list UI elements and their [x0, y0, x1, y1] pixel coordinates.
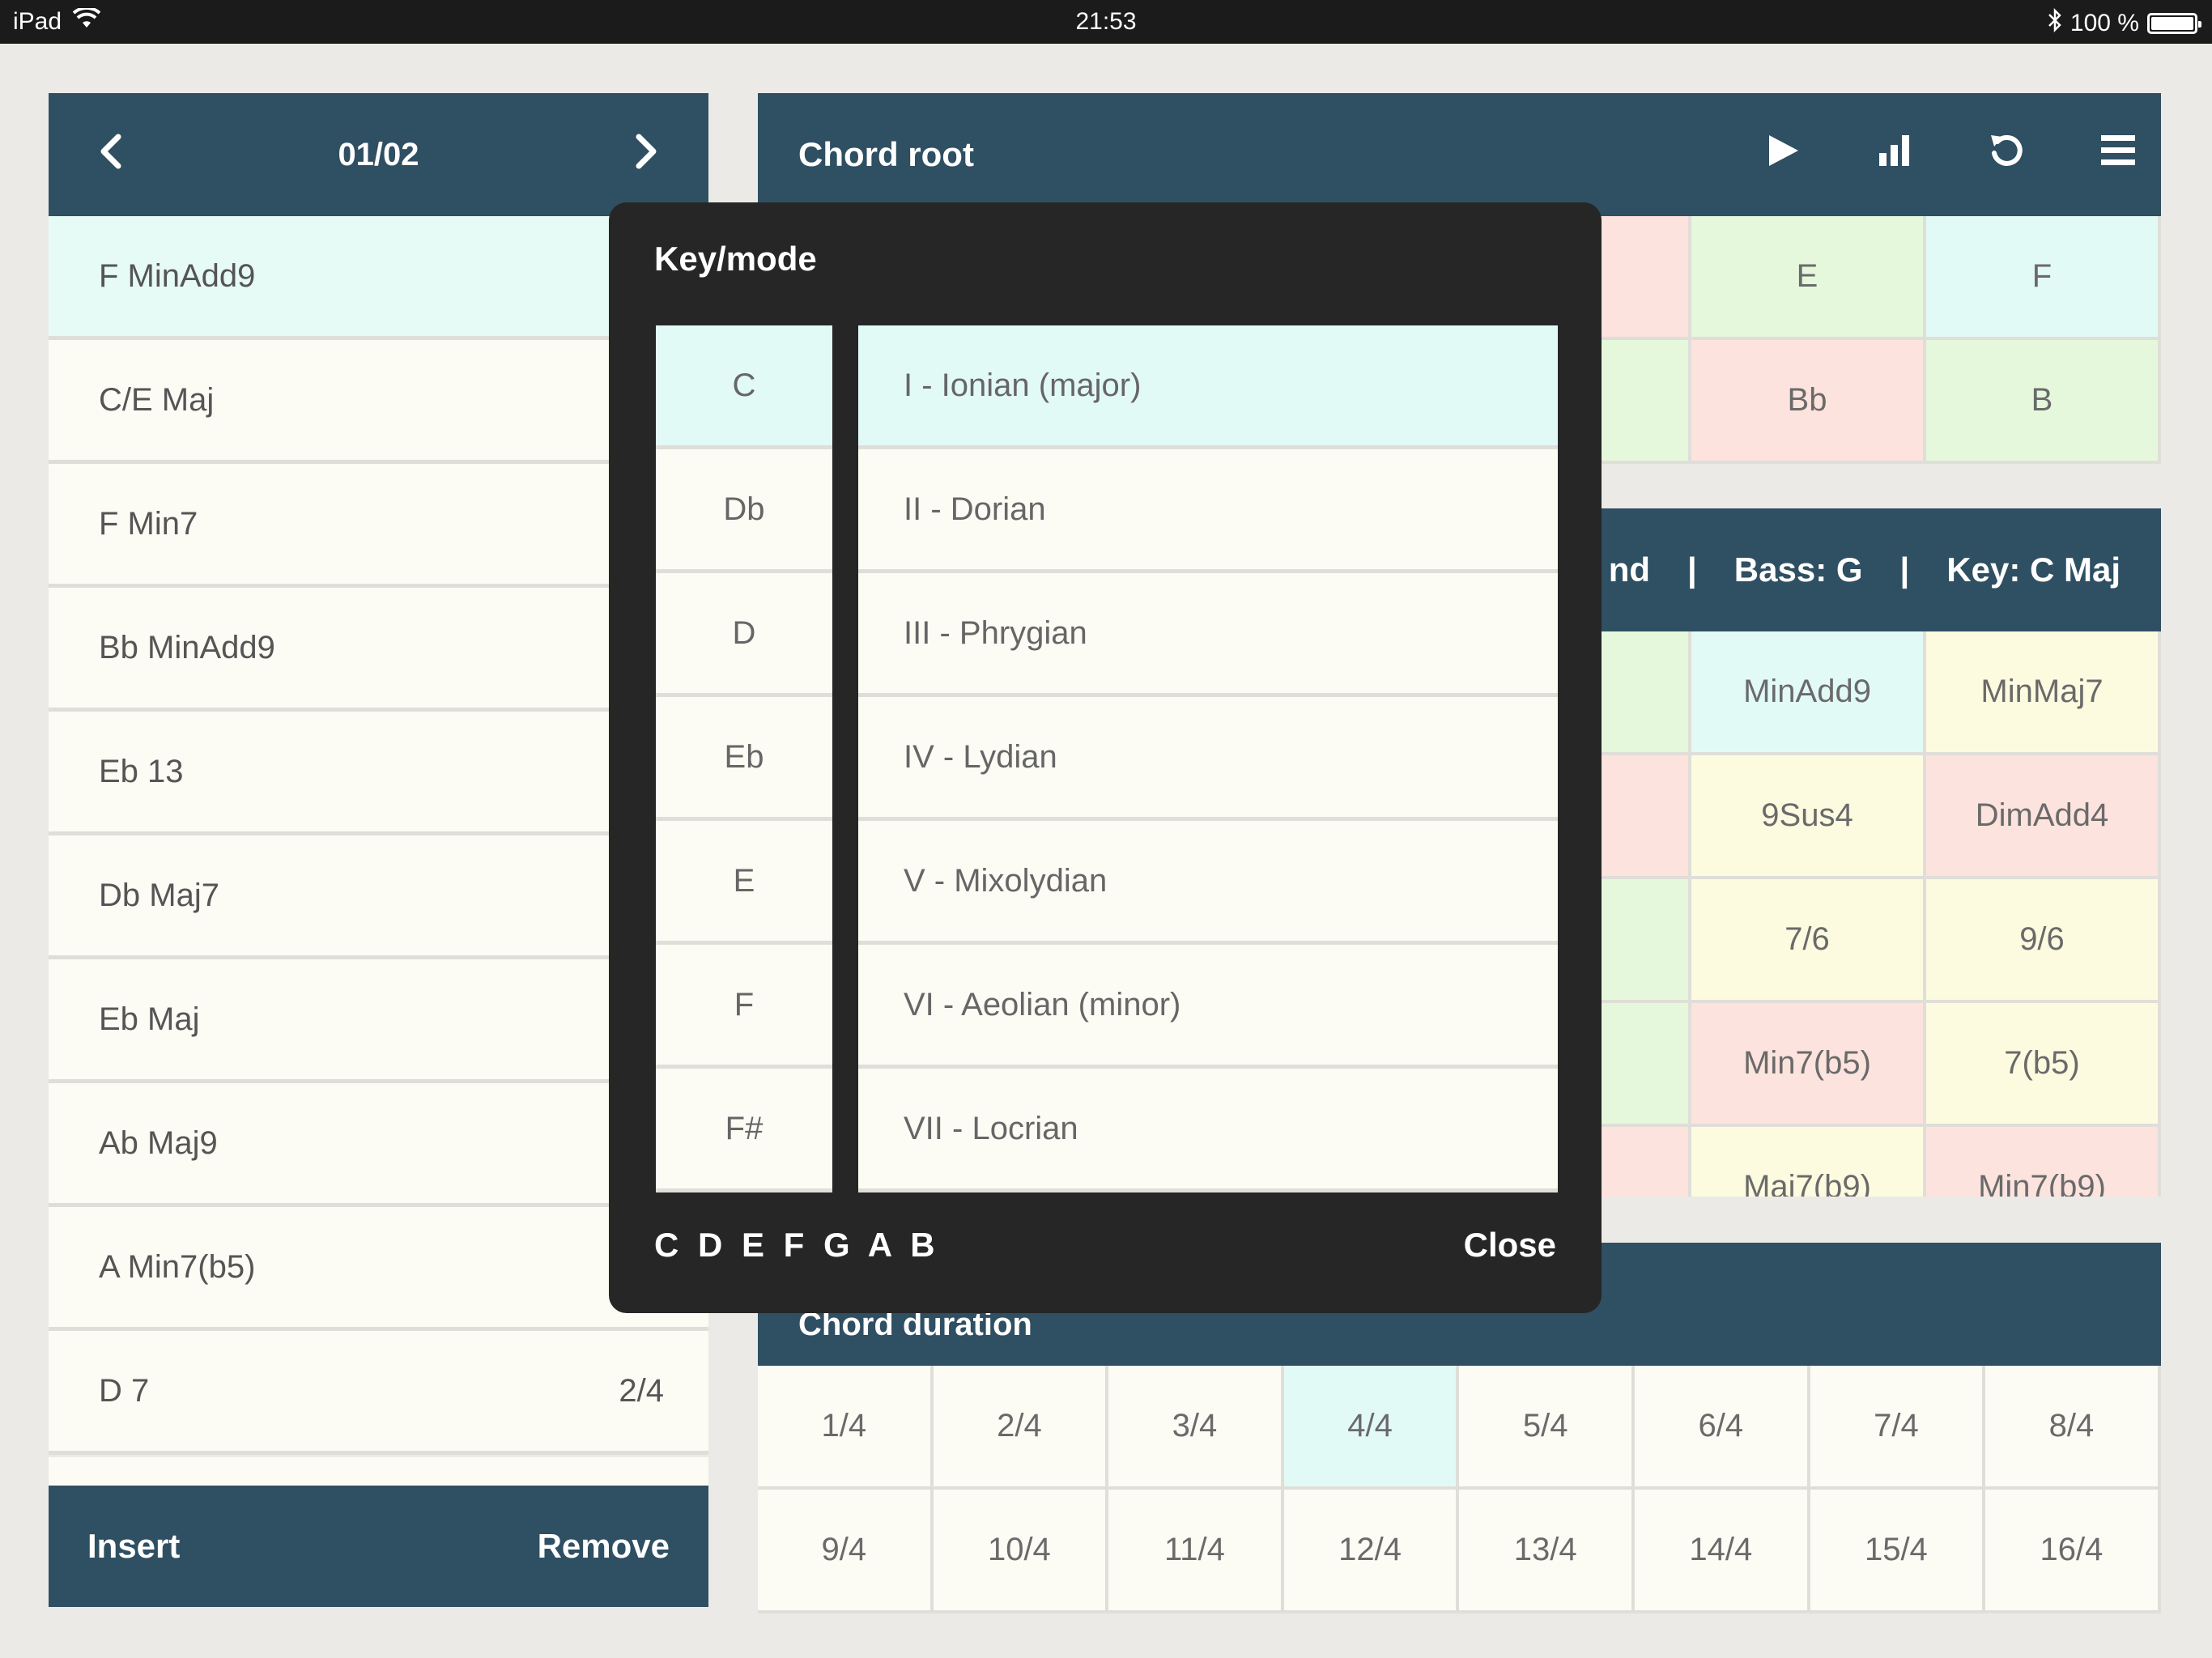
key-option[interactable]: E	[656, 821, 832, 945]
chord-label: Bb MinAdd9	[99, 629, 275, 665]
chevron-right-icon[interactable]	[632, 129, 660, 181]
mode-option[interactable]: III - Phrygian	[858, 573, 1558, 697]
chord-type-cell[interactable]: 7(b5)	[1926, 1003, 2161, 1127]
duration-cell[interactable]: 9/4	[758, 1490, 934, 1613]
chord-label: Ab Maj9	[99, 1124, 218, 1161]
header-info: Key: C Maj	[1946, 551, 2121, 589]
chord-label: F MinAdd9	[99, 257, 256, 294]
chord-label: C/E Maj	[99, 381, 215, 418]
header-separator: |	[1687, 551, 1697, 589]
scale-notes: C D E F G A B	[654, 1226, 940, 1264]
popup-title: Key/mode	[654, 240, 817, 278]
root-note-cell[interactable]: B	[1926, 340, 2161, 464]
chord-label: A Min7(b5)	[99, 1248, 256, 1285]
chord-label: Eb 13	[99, 753, 184, 789]
duration-cell[interactable]: 8/4	[1985, 1366, 2161, 1490]
key-option[interactable]: F	[656, 945, 832, 1069]
duration-cell[interactable]: 4/4	[1283, 1366, 1460, 1490]
duration-cell[interactable]: 10/4	[933, 1490, 1109, 1613]
key-option[interactable]: C	[656, 325, 832, 449]
chord-duration-grid: 1/4 2/4 3/4 4/4 5/4 6/4 7/4 8/4 9/4 10/4 11/4 12/4 1…	[758, 1366, 2161, 1613]
key-option[interactable]: D	[656, 573, 832, 697]
bar-chart-icon[interactable]	[1876, 130, 1913, 180]
chord-label: Eb Maj	[99, 1001, 200, 1037]
chord-root-panel: Chord root E F Bb B	[758, 93, 2161, 464]
chord-label: Db Maj7	[99, 877, 219, 913]
list-item-partial	[49, 1457, 708, 1486]
duration-cell[interactable]: 1/4	[758, 1366, 934, 1490]
chord-label: F Min7	[99, 505, 198, 542]
chord-list-footer: Insert Remove	[49, 1486, 708, 1607]
mode-option[interactable]: VII - Locrian	[858, 1069, 1558, 1192]
mode-list: I - Ionian (major) II - Dorian III - Phryg…	[858, 325, 1558, 1192]
chevron-left-icon[interactable]	[97, 129, 125, 181]
list-item[interactable]: D 7 2/4	[49, 1331, 708, 1455]
key-mode-popup: Key/mode C Db D Eb E F F# I - Ionian (major) II…	[609, 202, 1602, 1313]
insert-button[interactable]: Insert	[87, 1527, 180, 1566]
mode-option[interactable]: II - Dorian	[858, 449, 1558, 573]
mode-option[interactable]: VI - Aeolian (minor)	[858, 945, 1558, 1069]
duration-cell[interactable]: 2/4	[933, 1366, 1109, 1490]
chord-type-cell[interactable]: 9/6	[1926, 879, 2161, 1003]
duration-cell[interactable]: 13/4	[1459, 1490, 1635, 1613]
duration-cell[interactable]: 14/4	[1635, 1490, 1810, 1613]
key-option[interactable]: F#	[656, 1069, 832, 1192]
remove-button[interactable]: Remove	[538, 1527, 670, 1566]
duration-cell[interactable]: 11/4	[1108, 1490, 1284, 1613]
page-indicator: 01/02	[338, 136, 419, 172]
clock: 21:53	[1075, 8, 1137, 35]
duration-cell[interactable]: 5/4	[1459, 1366, 1635, 1490]
close-button[interactable]: Close	[1464, 1226, 1556, 1265]
chord-type-cell[interactable]: DimAdd4	[1926, 755, 2161, 879]
root-note-cell[interactable]: F	[1926, 216, 2161, 340]
chord-type-cell[interactable]: Min7(b9)	[1926, 1127, 2161, 1197]
key-option[interactable]: Db	[656, 449, 832, 573]
chord-label: D 7	[99, 1372, 150, 1409]
root-note-cell[interactable]: Bb	[1691, 340, 1926, 464]
popup-footer: C D E F G A B Close	[654, 1226, 1556, 1265]
chord-type-cell[interactable]: Maj7(b9)	[1691, 1127, 1926, 1197]
mode-option[interactable]: I - Ionian (major)	[858, 325, 1558, 449]
chord-list-header: 01/02	[49, 93, 708, 216]
reset-icon[interactable]	[1988, 130, 2025, 180]
battery-percent: 100 %	[2069, 10, 2139, 36]
mode-option[interactable]: IV - Lydian	[858, 697, 1558, 821]
header-info: Bass: G	[1733, 551, 1863, 589]
chord-root-header: Chord root	[758, 93, 2161, 216]
chord-type-cell[interactable]: Min7(b5)	[1691, 1003, 1926, 1127]
mode-option[interactable]: V - Mixolydian	[858, 821, 1558, 945]
chord-type-cell[interactable]: 9Sus4	[1691, 755, 1926, 879]
panel-title: Chord root	[798, 135, 974, 173]
header-separator: |	[1899, 551, 1910, 589]
root-note-cell[interactable]: E	[1691, 216, 1926, 340]
chord-type-cell[interactable]: MinAdd9	[1691, 631, 1926, 755]
chord-duration: 2/4	[619, 1372, 664, 1409]
duration-cell[interactable]: 15/4	[1810, 1490, 1986, 1613]
key-list: C Db D Eb E F F#	[656, 325, 832, 1192]
battery-icon	[2147, 13, 2201, 34]
duration-cell[interactable]: 7/4	[1810, 1366, 1986, 1490]
status-bar: iPad 21:53 100 %	[0, 0, 2212, 44]
play-icon[interactable]	[1764, 130, 1802, 180]
duration-cell[interactable]: 16/4	[1985, 1490, 2161, 1613]
chord-type-cell[interactable]: 7/6	[1691, 879, 1926, 1003]
duration-cell[interactable]: 3/4	[1108, 1366, 1284, 1490]
duration-cell[interactable]: 6/4	[1635, 1366, 1810, 1490]
duration-cell[interactable]: 12/4	[1283, 1490, 1460, 1613]
chord-type-cell[interactable]: MinMaj7	[1926, 631, 2161, 755]
header-info: nd	[1608, 551, 1651, 589]
key-option[interactable]: Eb	[656, 697, 832, 821]
menu-icon[interactable]	[2099, 130, 2137, 180]
bluetooth-icon	[2048, 7, 2062, 39]
